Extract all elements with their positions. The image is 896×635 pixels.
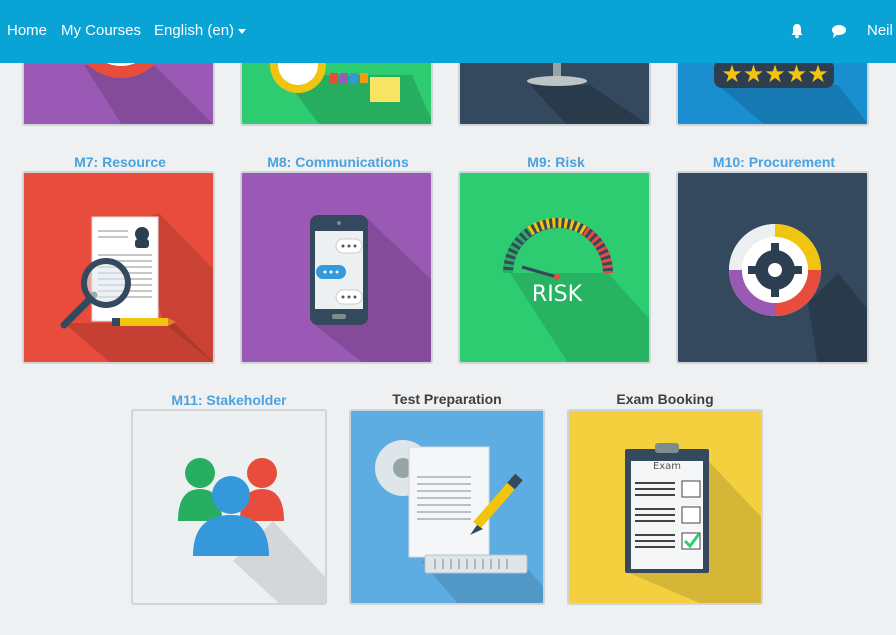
course-title-m10[interactable]: M10: Procurement (674, 154, 874, 170)
course-tile-m9[interactable]: RISK (458, 171, 651, 364)
risk-label: RISK (532, 282, 583, 307)
course-title-m8[interactable]: M8: Communications (238, 154, 438, 170)
phone-chat-icon (310, 215, 431, 362)
course-tile-test-preparation[interactable] (349, 409, 545, 605)
course-title-m9[interactable]: M9: Risk (456, 154, 656, 170)
course-tile-m7[interactable] (22, 171, 215, 364)
user-menu[interactable]: Neil (867, 22, 893, 39)
course-title-m7[interactable]: M7: Resource (20, 154, 220, 170)
course-title-m11[interactable]: M11: Stakeholder (129, 392, 329, 408)
document-pen-icon (375, 440, 543, 603)
language-dropdown[interactable]: English (en) (154, 22, 247, 39)
people-group-icon (178, 458, 325, 603)
top-navbar: Home My Courses English (en) Neil (0, 0, 896, 63)
exam-label: Exam (653, 461, 681, 472)
resume-magnifier-icon (60, 213, 213, 362)
risk-gauge-icon: RISK (502, 217, 649, 362)
course-title-exam-booking[interactable]: Exam Booking (565, 391, 765, 407)
gear-cycle-icon (729, 224, 867, 362)
course-title-test-preparation[interactable]: Test Preparation (347, 391, 547, 407)
chat-icon[interactable] (831, 23, 847, 39)
nav-home-link[interactable]: Home (7, 22, 47, 39)
course-tile-m10[interactable] (676, 171, 869, 364)
course-tile-m8[interactable] (240, 171, 433, 364)
nav-my-courses-link[interactable]: My Courses (61, 22, 141, 39)
exam-clipboard-icon: Exam (625, 443, 761, 603)
language-label: English (en) (154, 22, 235, 39)
bell-icon[interactable] (789, 23, 805, 39)
course-tile-m11[interactable] (131, 409, 327, 605)
svg-text:★★★★★: ★★★★★ (721, 60, 829, 88)
chevron-down-icon (238, 28, 247, 34)
course-tile-exam-booking[interactable]: Exam (567, 409, 763, 605)
